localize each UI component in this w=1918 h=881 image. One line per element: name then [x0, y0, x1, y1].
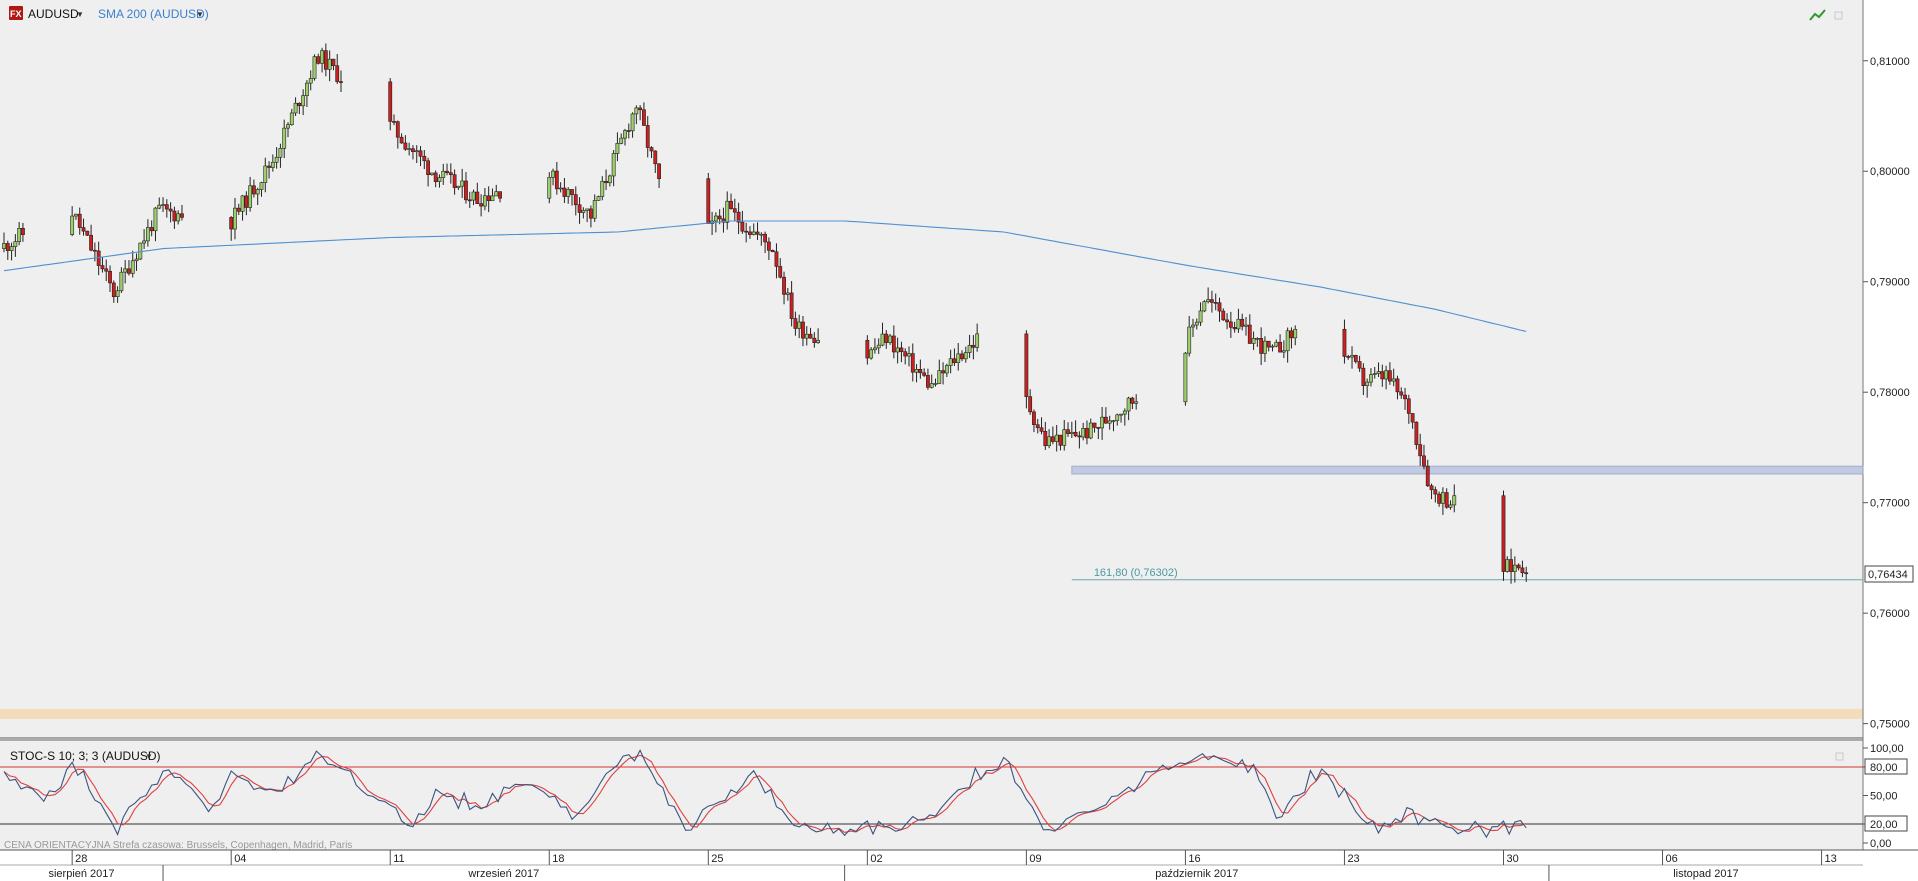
osc-tick-label: 100,00 — [1870, 743, 1904, 755]
indicator-label[interactable]: SMA 200 (AUDUSD) — [98, 7, 209, 21]
symbol-dropdown-icon[interactable]: ▼ — [76, 10, 84, 19]
candle — [1183, 352, 1188, 406]
footer-text: CENA ORIENTACYJNA Strefa czasowa: Brusse… — [4, 840, 352, 851]
osc-tick-label: 20,00 — [1870, 819, 1898, 831]
month-label: wrzesień 2017 — [467, 868, 539, 880]
day-label: 11 — [393, 853, 404, 865]
support-zone — [1071, 465, 1864, 475]
price-tick-label: 0,75000 — [1870, 719, 1910, 731]
price-tick-label: 0,76000 — [1870, 608, 1910, 620]
day-label: 23 — [1347, 853, 1359, 865]
day-label: 16 — [1188, 853, 1200, 865]
candle — [1024, 330, 1029, 409]
day-label: 13 — [1825, 853, 1837, 865]
price-tick-label: 0,81000 — [1870, 56, 1910, 68]
day-label: 30 — [1506, 853, 1518, 865]
candle — [706, 172, 711, 224]
oscillator-dropdown-icon[interactable]: ▼ — [145, 752, 153, 761]
day-label: 06 — [1666, 853, 1678, 865]
chart: 161,80 (0,76302) 0,81000 0,80000 0,79000 0,… — [0, 0, 1918, 881]
osc-tick-label: 0,00 — [1870, 838, 1891, 850]
bottom-zone — [0, 709, 1863, 719]
fx-badge-label: FX — [10, 9, 22, 19]
candle — [1202, 300, 1207, 313]
oscillator-title[interactable]: STOC-S 10; 3; 3 (AUDUSD) — [10, 749, 160, 763]
candle — [1501, 490, 1506, 581]
current-price-marker: 0,76434 — [1864, 565, 1914, 583]
month-label: październik 2017 — [1155, 868, 1238, 880]
price-tick-label: 0,78000 — [1870, 387, 1910, 399]
month-label: sierpień 2017 — [48, 868, 114, 880]
price-tick-label: 0,79000 — [1870, 277, 1910, 289]
candle — [596, 195, 601, 201]
candle — [312, 54, 317, 81]
oscillator-panel — [0, 741, 1863, 850]
osc-tick-label: 50,00 — [1870, 791, 1898, 803]
day-label: 09 — [1029, 853, 1041, 865]
current-price-label: 0,76434 — [1868, 569, 1908, 581]
candle — [85, 230, 90, 237]
price-panel — [0, 0, 1863, 738]
day-label: 02 — [870, 853, 882, 865]
day-label: 28 — [75, 853, 87, 865]
day-label: 18 — [552, 853, 564, 865]
osc-tick-label: 80,00 — [1870, 762, 1898, 774]
month-label: listopad 2017 — [1673, 868, 1738, 880]
price-tick-label: 0,80000 — [1870, 166, 1910, 178]
price-tick-label: 0,77000 — [1870, 498, 1910, 510]
indicator-dropdown-icon[interactable]: ▼ — [196, 10, 204, 19]
day-label: 25 — [711, 853, 723, 865]
fib-extension-label: 161,80 (0,76302) — [1094, 567, 1178, 579]
symbol-label[interactable]: AUDUSD — [28, 7, 79, 21]
day-label: 04 — [234, 853, 246, 865]
